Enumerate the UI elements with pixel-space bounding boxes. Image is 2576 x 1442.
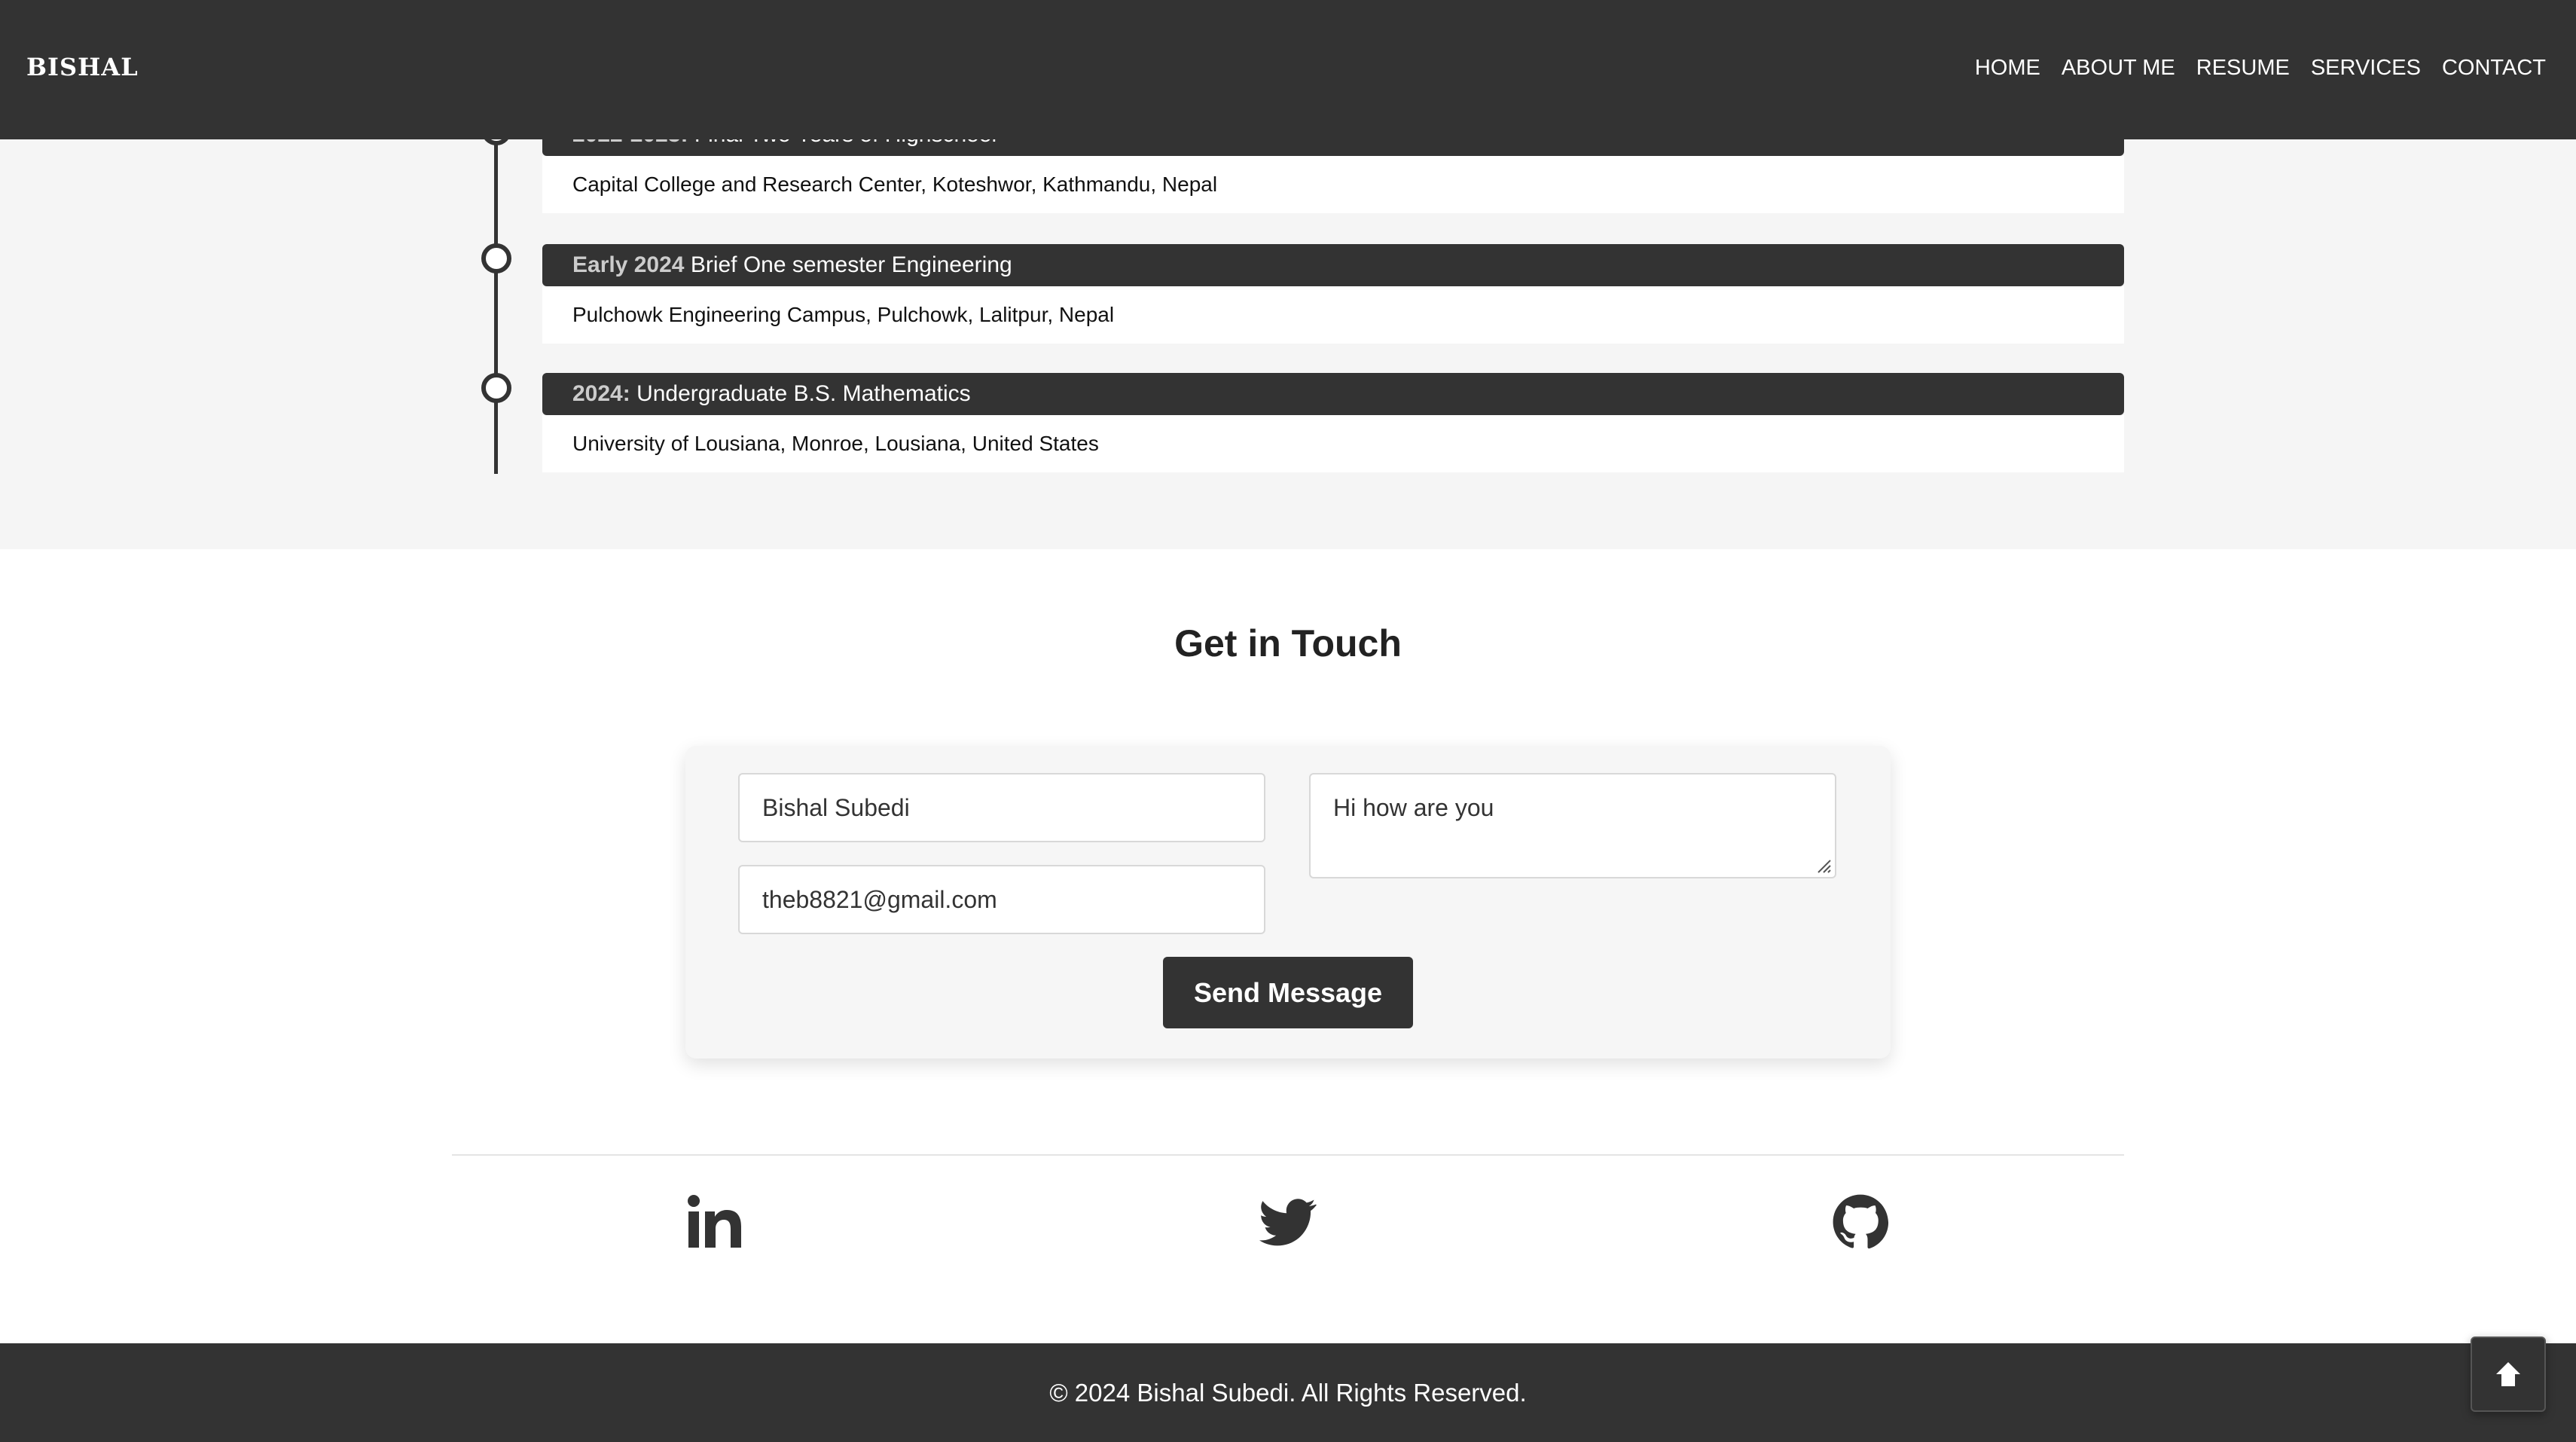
message-text: Hi how are you xyxy=(1333,794,1494,821)
timeline-item-title: 2024: Undergraduate B.S. Mathematics xyxy=(542,373,2124,415)
timeline-item-place: Capital College and Research Center, Kot… xyxy=(542,156,2124,213)
scroll-to-top-button[interactable] xyxy=(2471,1337,2546,1412)
contact-title: Get in Touch xyxy=(1174,622,1402,664)
name-field[interactable] xyxy=(738,773,1265,842)
timeline-item-place: Pulchowk Engineering Campus, Pulchowk, L… xyxy=(542,286,2124,344)
copyright-text: © 2024 Bishal Subedi. All Rights Reserve… xyxy=(1049,1379,1527,1407)
education-timeline: 2022-2023: Final Two Years of Highschool… xyxy=(0,114,2576,549)
main-nav: HOME ABOUT ME RESUME SERVICES CONTACT xyxy=(1975,56,2546,81)
arrow-up-icon xyxy=(2496,1362,2520,1386)
timeline-marker xyxy=(481,373,511,403)
site-header: BISHAL HOME ABOUT ME RESUME SERVICES CON… xyxy=(0,0,2576,139)
twitter-icon[interactable] xyxy=(1259,1193,1317,1251)
nav-resume[interactable]: RESUME xyxy=(2196,56,2290,81)
timeline-marker xyxy=(481,243,511,273)
resize-grip-icon[interactable] xyxy=(1815,857,1832,874)
nav-contact[interactable]: CONTACT xyxy=(2442,56,2546,81)
timeline-heading: Brief One semester Engineering xyxy=(690,252,1012,277)
contact-form: Hi how are you Send Message xyxy=(685,746,1891,1059)
timeline-line xyxy=(494,139,498,474)
footer-divider xyxy=(452,1154,2124,1156)
timeline-year: 2024: xyxy=(572,381,630,406)
nav-home[interactable]: HOME xyxy=(1975,56,2040,81)
site-logo[interactable]: BISHAL xyxy=(26,53,139,81)
nav-services[interactable]: SERVICES xyxy=(2311,56,2421,81)
timeline-item-place: University of Lousiana, Monroe, Lousiana… xyxy=(542,415,2124,472)
linkedin-icon[interactable] xyxy=(687,1193,744,1251)
timeline-heading: Undergraduate B.S. Mathematics xyxy=(636,381,971,406)
nav-about-me[interactable]: ABOUT ME xyxy=(2062,56,2175,81)
timeline-year: Early 2024 xyxy=(572,252,685,277)
github-icon[interactable] xyxy=(1832,1193,1889,1251)
site-footer: © 2024 Bishal Subedi. All Rights Reserve… xyxy=(0,1343,2576,1442)
timeline-item-title: Early 2024 Brief One semester Engineerin… xyxy=(542,244,2124,286)
message-textarea[interactable]: Hi how are you xyxy=(1309,773,1836,878)
send-message-button[interactable]: Send Message xyxy=(1163,957,1413,1028)
email-field[interactable] xyxy=(738,865,1265,934)
